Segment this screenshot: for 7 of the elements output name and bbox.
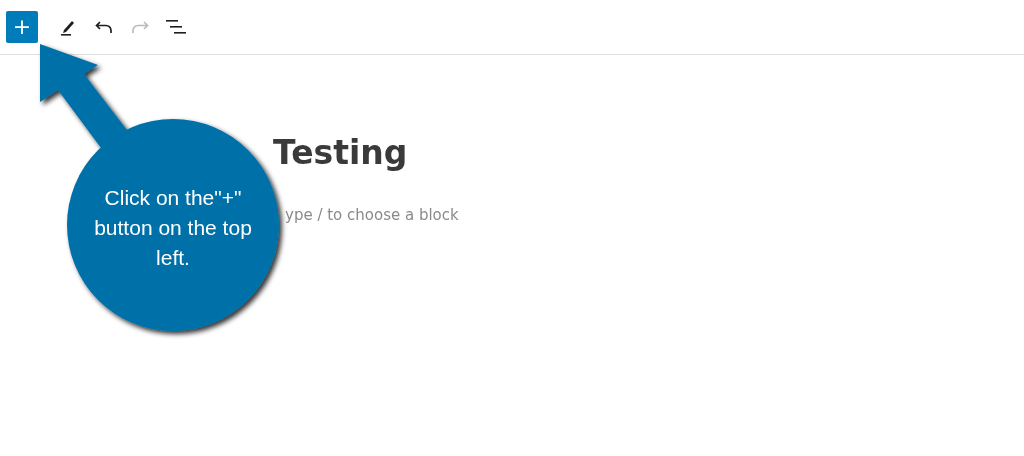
add-block-button[interactable]: + [6, 11, 38, 43]
list-view-icon[interactable] [166, 20, 186, 34]
post-title[interactable]: Testing [273, 133, 1024, 172]
callout-text: Click on the"+" button on the top left. [93, 185, 253, 271]
undo-icon[interactable] [95, 20, 113, 34]
pencil-icon[interactable] [60, 18, 76, 36]
block-placeholder[interactable]: ype / to choose a block [285, 206, 459, 224]
